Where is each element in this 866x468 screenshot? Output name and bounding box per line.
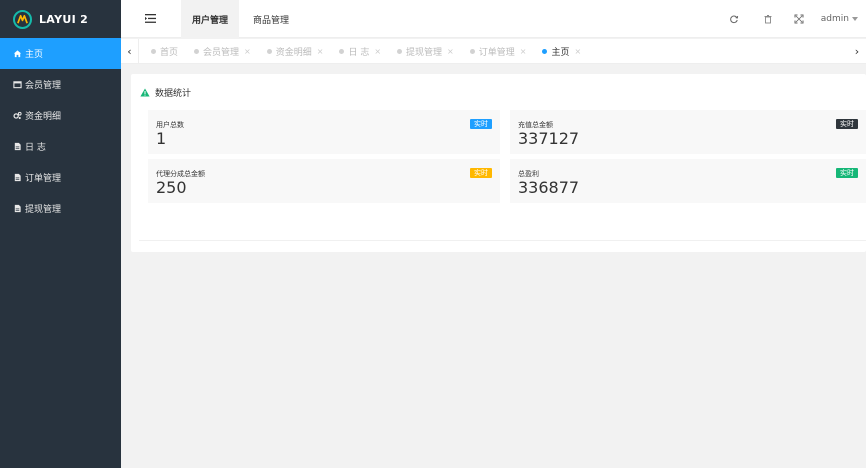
close-icon[interactable]: × bbox=[447, 47, 454, 56]
page-tab-logs[interactable]: 日 志 × bbox=[331, 39, 389, 64]
page-tab-label: 资金明细 bbox=[275, 48, 312, 58]
page-tabs: 首页 会员管理 × 资金明细 × 日 志 × 提现管理 × 订单管理 × 主页 … bbox=[143, 39, 589, 64]
panel-title: 数据统计 bbox=[140, 86, 191, 99]
page-tab-label: 提现管理 bbox=[406, 48, 443, 58]
status-badge: 实时 bbox=[836, 168, 858, 178]
sidebar-item-label: 主页 bbox=[25, 50, 44, 60]
sidebar-item-label: 会员管理 bbox=[25, 81, 62, 91]
stat-value: 250 bbox=[156, 178, 187, 197]
stats-panel: 数据统计 用户总数 1 实时 充值总金额 337127 实时 代理分成总金额 2… bbox=[131, 74, 866, 252]
user-menu[interactable]: admin bbox=[821, 0, 858, 38]
page-tab-label: 日 志 bbox=[348, 48, 370, 58]
page-tab-funds[interactable]: 资金明细 × bbox=[259, 39, 332, 64]
chevron-down-icon bbox=[852, 17, 858, 21]
tab-dot-icon bbox=[266, 49, 272, 54]
page-tab-members[interactable]: 会员管理 × bbox=[186, 39, 259, 64]
warning-icon bbox=[140, 88, 150, 97]
stat-value: 336877 bbox=[518, 178, 580, 197]
header-tab-users[interactable]: 用户管理 bbox=[181, 0, 239, 38]
tabs-next-button[interactable]: › bbox=[848, 39, 866, 64]
header-tab-products[interactable]: 商品管理 bbox=[243, 0, 299, 38]
sidebar-item-home[interactable]: 主页 bbox=[0, 38, 121, 69]
tab-dot-icon bbox=[194, 49, 200, 54]
tabs-prev-button[interactable]: ‹ bbox=[121, 39, 139, 64]
logo-text: LAYUI 2 bbox=[39, 12, 89, 26]
tab-dot-icon bbox=[151, 49, 156, 54]
file-icon bbox=[13, 173, 22, 182]
tab-dot-icon bbox=[397, 49, 403, 54]
status-badge: 实时 bbox=[836, 119, 858, 129]
menu-toggle-icon[interactable] bbox=[145, 13, 156, 24]
status-badge: 实时 bbox=[470, 119, 492, 129]
page-tab-label: 首页 bbox=[160, 48, 179, 58]
page-tabs-bar: ‹ 首页 会员管理 × 资金明细 × 日 志 × 提现管理 × 订单管理 × 主… bbox=[121, 39, 866, 64]
stat-card-recharge: 充值总金额 337127 实时 bbox=[510, 110, 866, 154]
top-header: 用户管理 商品管理 admin bbox=[121, 0, 866, 38]
close-icon[interactable]: × bbox=[520, 47, 527, 56]
window-icon bbox=[13, 80, 22, 89]
sidebar-item-funds[interactable]: 资金明细 bbox=[0, 100, 121, 131]
refresh-icon[interactable] bbox=[729, 14, 739, 24]
stat-card-profit: 总盈利 336877 实时 bbox=[510, 159, 866, 203]
home-icon bbox=[13, 49, 22, 58]
sidebar-nav: 主页 会员管理 资金明细 日 志 订单管理 提现管理 bbox=[0, 38, 121, 224]
page-tab-withdrawals[interactable]: 提现管理 × bbox=[389, 39, 462, 64]
status-badge: 实时 bbox=[470, 168, 492, 178]
gears-icon bbox=[13, 111, 22, 120]
chevron-left-icon: ‹ bbox=[127, 45, 132, 58]
page-tab-label: 会员管理 bbox=[203, 48, 240, 58]
stat-value: 337127 bbox=[518, 129, 580, 148]
file-icon bbox=[13, 142, 22, 151]
tab-dot-icon bbox=[469, 49, 475, 54]
sidebar-item-label: 提现管理 bbox=[25, 205, 62, 215]
file-icon bbox=[13, 204, 22, 213]
stat-card-users: 用户总数 1 实时 bbox=[148, 110, 500, 154]
sidebar-item-withdrawals[interactable]: 提现管理 bbox=[0, 193, 121, 224]
page-tab-label: 订单管理 bbox=[478, 48, 515, 58]
close-icon[interactable]: × bbox=[317, 47, 324, 56]
page-tab-orders[interactable]: 订单管理 × bbox=[462, 39, 535, 64]
close-icon[interactable]: × bbox=[244, 47, 251, 56]
fullscreen-icon[interactable] bbox=[794, 14, 804, 24]
panel-title-text: 数据统计 bbox=[155, 89, 192, 99]
sidebar-item-label: 订单管理 bbox=[25, 174, 62, 184]
tab-dot-icon bbox=[339, 49, 345, 54]
stat-card-agent-commission: 代理分成总金额 250 实时 bbox=[148, 159, 500, 203]
close-icon[interactable]: × bbox=[574, 47, 581, 56]
page-tab-home[interactable]: 首页 bbox=[143, 39, 186, 64]
sidebar-item-members[interactable]: 会员管理 bbox=[0, 69, 121, 100]
sidebar: LAYUI 2 主页 会员管理 资金明细 日 志 订单管理 提现管理 bbox=[0, 0, 121, 468]
sidebar-item-orders[interactable]: 订单管理 bbox=[0, 162, 121, 193]
clear-cache-icon[interactable] bbox=[763, 14, 773, 24]
username: admin bbox=[820, 14, 849, 24]
layui-logo-icon bbox=[13, 9, 32, 29]
sidebar-item-label: 日 志 bbox=[25, 143, 46, 153]
page-tab-main[interactable]: 主页 × bbox=[534, 39, 589, 64]
logo[interactable]: LAYUI 2 bbox=[0, 0, 121, 38]
sidebar-item-logs[interactable]: 日 志 bbox=[0, 131, 121, 162]
close-icon[interactable]: × bbox=[374, 47, 381, 56]
chevron-right-icon: › bbox=[854, 45, 860, 58]
tab-dot-icon bbox=[542, 49, 548, 54]
page-tab-label: 主页 bbox=[551, 48, 570, 58]
panel-divider bbox=[139, 240, 866, 241]
sidebar-item-label: 资金明细 bbox=[25, 112, 62, 122]
stat-value: 1 bbox=[156, 129, 167, 148]
